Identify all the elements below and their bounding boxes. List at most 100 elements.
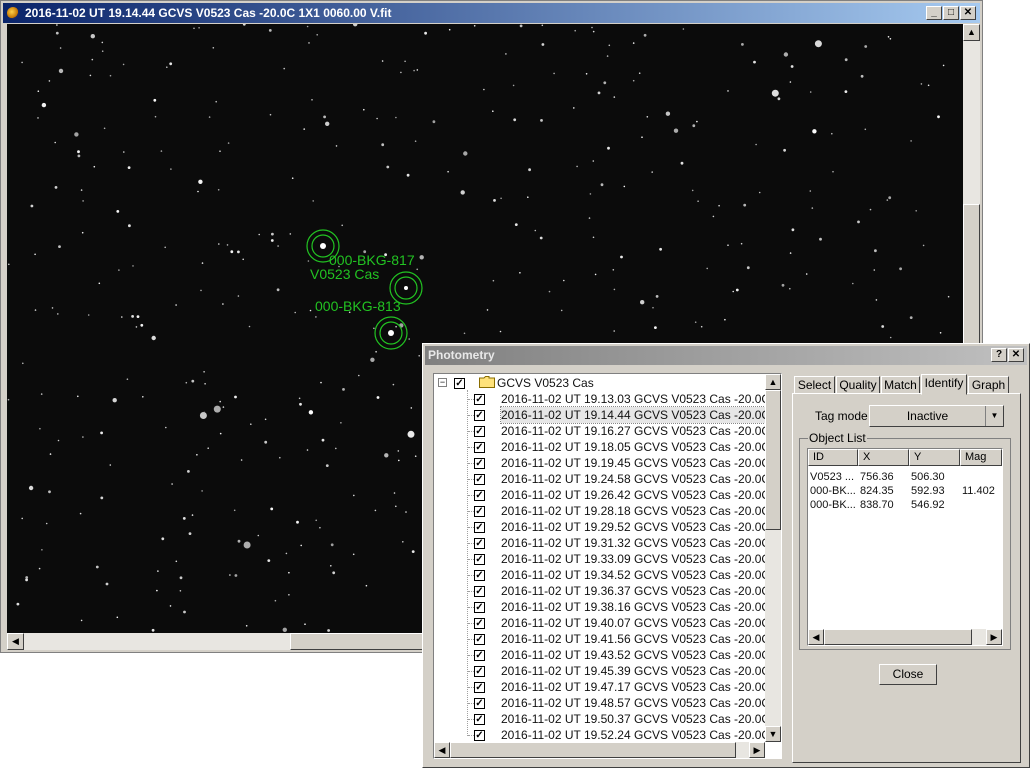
column-y[interactable]: Y	[909, 449, 960, 466]
scroll-left-icon[interactable]: ◀	[7, 633, 24, 650]
dialog-close-icon[interactable]: ✕	[1008, 348, 1024, 362]
tree-item-checkbox[interactable]: ✓	[474, 714, 485, 725]
tree-item-checkbox[interactable]: ✓	[474, 602, 485, 613]
root-checkbox[interactable]: ✓	[454, 378, 465, 389]
tree-item[interactable]: ✓ 2016-11-02 UT 19.50.37 GCVS V0523 Cas -…	[434, 711, 781, 727]
object-list-group: Object List ID X Y Mag V0523 ... 756.36 50…	[799, 431, 1011, 650]
list-scroll-left-icon[interactable]: ◀	[808, 629, 824, 645]
tree-item-checkbox[interactable]: ✓	[474, 538, 485, 549]
tab-select[interactable]: Select	[794, 376, 835, 394]
image-window-title: 2016-11-02 UT 19.14.44 GCVS V0523 Cas -2…	[25, 6, 392, 20]
list-scroll-right-icon[interactable]: ▶	[986, 629, 1002, 645]
image-window-titlebar[interactable]: 2016-11-02 UT 19.14.44 GCVS V0523 Cas -2…	[3, 3, 980, 23]
tree-item-checkbox[interactable]: ✓	[474, 618, 485, 629]
tag-mode-label: Tag mode	[815, 409, 868, 423]
tree-item[interactable]: ✓ 2016-11-02 UT 19.18.05 GCVS V0523 Cas -…	[434, 439, 781, 455]
tab-identify[interactable]: Identify	[921, 374, 967, 395]
tree-item-checkbox[interactable]: ✓	[474, 682, 485, 693]
tree-item-checkbox[interactable]: ✓	[474, 506, 485, 517]
tree-item[interactable]: ✓ 2016-11-02 UT 19.47.17 GCVS V0523 Cas -…	[434, 679, 781, 695]
tree-item-checkbox[interactable]: ✓	[474, 442, 485, 453]
minimize-button[interactable]: _	[926, 6, 942, 20]
chevron-down-icon[interactable]: ▼	[985, 406, 1003, 426]
object-list-cell: 000-BK...	[810, 485, 856, 497]
tree-item[interactable]: ✓ 2016-11-02 UT 19.38.16 GCVS V0523 Cas -…	[434, 599, 781, 615]
horizontal-scroll-thumb[interactable]	[290, 633, 430, 650]
tree-item-checkbox[interactable]: ✓	[474, 650, 485, 661]
tree-item-checkbox[interactable]: ✓	[474, 394, 485, 405]
image-tree-view[interactable]: − ✓ GCVS V0523 Cas ✓ 2016-11-02 UT 19.13.…	[433, 373, 782, 759]
tree-item-checkbox[interactable]: ✓	[474, 634, 485, 645]
tree-item-label: 2016-11-02 UT 19.40.07 GCVS V0523 Cas -2…	[501, 616, 782, 630]
tree-item[interactable]: ✓ 2016-11-02 UT 19.31.32 GCVS V0523 Cas -…	[434, 535, 781, 551]
collapse-icon[interactable]: −	[438, 378, 447, 387]
tree-item-checkbox[interactable]: ✓	[474, 586, 485, 597]
tree-item-checkbox[interactable]: ✓	[474, 730, 485, 741]
object-list-cell: 838.70	[860, 499, 894, 511]
tree-item-checkbox[interactable]: ✓	[474, 474, 485, 485]
tree-item-checkbox[interactable]: ✓	[474, 426, 485, 437]
tree-item-label: 2016-11-02 UT 19.47.17 GCVS V0523 Cas -2…	[501, 680, 782, 694]
tree-item[interactable]: ✓ 2016-11-02 UT 19.34.52 GCVS V0523 Cas -…	[434, 567, 781, 583]
object-list-cell: 756.36	[860, 471, 894, 483]
tab-quality[interactable]: Quality	[836, 376, 880, 394]
tree-scroll-left-icon[interactable]: ◀	[434, 742, 450, 758]
tree-scroll-down-icon[interactable]: ▼	[765, 726, 781, 742]
close-button-identify[interactable]: Close	[879, 664, 937, 685]
column-x[interactable]: X	[858, 449, 909, 466]
tree-item[interactable]: ✓ 2016-11-02 UT 19.36.37 GCVS V0523 Cas -…	[434, 583, 781, 599]
tree-item-checkbox[interactable]: ✓	[474, 490, 485, 501]
tree-item[interactable]: ✓ 2016-11-02 UT 19.45.39 GCVS V0523 Cas -…	[434, 663, 781, 679]
tree-item-checkbox[interactable]: ✓	[474, 458, 485, 469]
tree-item-checkbox[interactable]: ✓	[474, 698, 485, 709]
tree-item[interactable]: ✓ 2016-11-02 UT 19.33.09 GCVS V0523 Cas -…	[434, 551, 781, 567]
tree-item-label: 2016-11-02 UT 19.31.32 GCVS V0523 Cas -2…	[501, 536, 782, 550]
tree-item-checkbox[interactable]: ✓	[474, 410, 485, 421]
tree-vertical-scrollbar[interactable]: ▲ ▼	[765, 374, 781, 742]
object-list-scrollbar[interactable]: ◀ ▶	[808, 629, 1002, 645]
tree-item[interactable]: ✓ 2016-11-02 UT 19.52.24 GCVS V0523 Cas -…	[434, 727, 781, 743]
tree-item[interactable]: ✓ 2016-11-02 UT 19.26.42 GCVS V0523 Cas -…	[434, 487, 781, 503]
tree-item[interactable]: ✓ 2016-11-02 UT 19.24.58 GCVS V0523 Cas -…	[434, 471, 781, 487]
object-list[interactable]: ID X Y Mag V0523 ... 756.36 506.30 000-BK..…	[807, 448, 1003, 646]
maximize-button[interactable]: □	[943, 6, 959, 20]
tree-item-checkbox[interactable]: ✓	[474, 554, 485, 565]
tree-scroll-up-icon[interactable]: ▲	[765, 374, 781, 390]
tree-scroll-thumb[interactable]	[765, 390, 781, 530]
tree-item[interactable]: ✓ 2016-11-02 UT 19.14.44 GCVS V0523 Cas -…	[434, 406, 781, 424]
tree-item[interactable]: ✓ 2016-11-02 UT 19.29.52 GCVS V0523 Cas -…	[434, 519, 781, 535]
close-button[interactable]: ✕	[960, 6, 976, 20]
tree-root-label: GCVS V0523 Cas	[497, 376, 594, 390]
tree-item[interactable]: ✓ 2016-11-02 UT 19.43.52 GCVS V0523 Cas -…	[434, 647, 781, 663]
aperture-bkg-813[interactable]	[374, 316, 408, 350]
list-scroll-thumb[interactable]	[824, 629, 972, 645]
tree-item-checkbox[interactable]: ✓	[474, 666, 485, 677]
tree-item[interactable]: ✓ 2016-11-02 UT 19.28.18 GCVS V0523 Cas -…	[434, 503, 781, 519]
column-mag[interactable]: Mag	[960, 449, 1002, 466]
object-list-cell: 506.30	[911, 471, 945, 483]
tree-root-node[interactable]: − ✓ GCVS V0523 Cas	[434, 375, 769, 391]
object-list-cell: 824.35	[860, 485, 894, 497]
tab-match[interactable]: Match	[881, 376, 920, 394]
tree-item-checkbox[interactable]: ✓	[474, 522, 485, 533]
tab-graph[interactable]: Graph	[968, 376, 1009, 394]
column-id[interactable]: ID	[808, 449, 858, 466]
object-list-cell: V0523 ...	[810, 471, 855, 483]
tree-item-checkbox[interactable]: ✓	[474, 570, 485, 581]
tree-horizontal-scrollbar[interactable]: ◀ ▶	[434, 742, 765, 758]
tag-mode-dropdown[interactable]: Inactive ▼	[869, 405, 1004, 427]
tree-item-label: 2016-11-02 UT 19.16.27 GCVS V0523 Cas -2…	[501, 424, 782, 438]
tree-item[interactable]: ✓ 2016-11-02 UT 19.41.56 GCVS V0523 Cas -…	[434, 631, 781, 647]
tree-item[interactable]: ✓ 2016-11-02 UT 19.13.03 GCVS V0523 Cas -…	[434, 391, 781, 407]
tree-scroll-right-icon[interactable]: ▶	[749, 742, 765, 758]
tree-item[interactable]: ✓ 2016-11-02 UT 19.16.27 GCVS V0523 Cas -…	[434, 423, 781, 439]
tree-hscroll-thumb[interactable]	[450, 742, 736, 758]
photometry-titlebar[interactable]: Photometry ? ✕	[425, 346, 1027, 365]
help-icon[interactable]: ?	[991, 348, 1007, 362]
tree-item[interactable]: ✓ 2016-11-02 UT 19.48.57 GCVS V0523 Cas -…	[434, 695, 781, 711]
tree-item-label: 2016-11-02 UT 19.45.39 GCVS V0523 Cas -2…	[501, 664, 782, 678]
tree-item[interactable]: ✓ 2016-11-02 UT 19.40.07 GCVS V0523 Cas -…	[434, 615, 781, 631]
tree-item-label: 2016-11-02 UT 19.43.52 GCVS V0523 Cas -2…	[501, 648, 782, 662]
tree-item[interactable]: ✓ 2016-11-02 UT 19.19.45 GCVS V0523 Cas -…	[434, 455, 781, 471]
scroll-up-icon[interactable]: ▲	[963, 24, 980, 41]
